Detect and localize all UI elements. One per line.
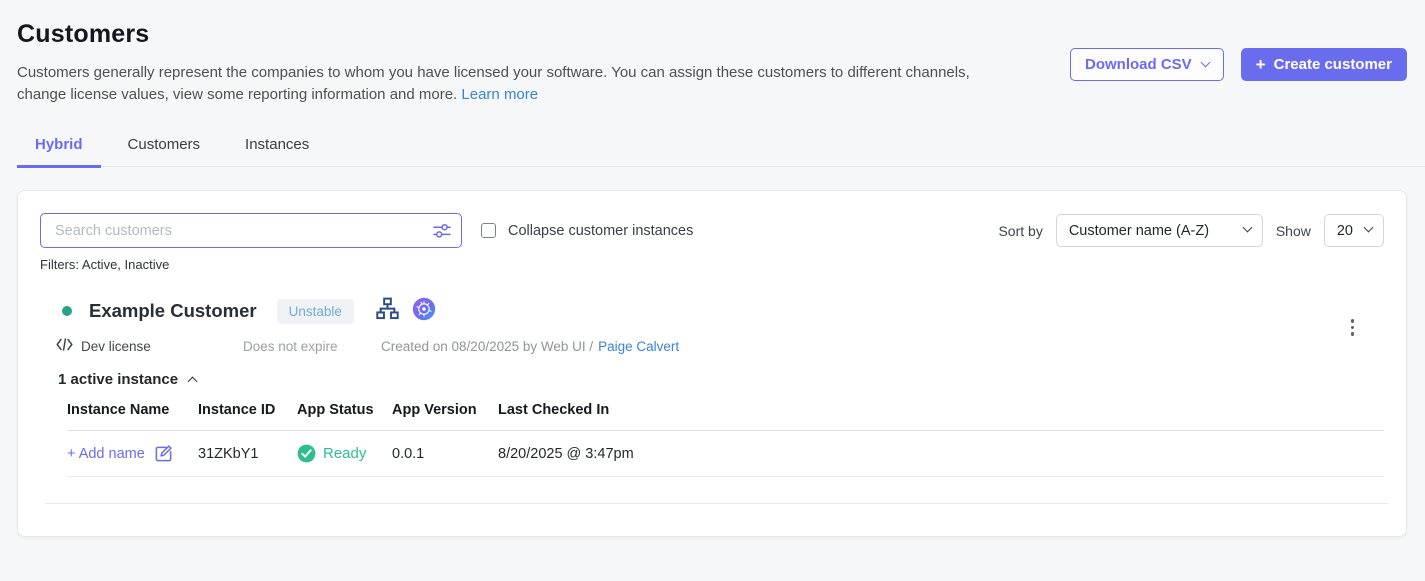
show-label: Show	[1276, 223, 1311, 239]
col-last-checked-in: Last Checked In	[498, 402, 1384, 418]
kebab-menu-icon[interactable]	[1347, 315, 1359, 340]
customers-card: Collapse customer instances Sort by Cust…	[17, 190, 1407, 537]
active-status-dot-icon	[62, 306, 72, 316]
learn-more-link[interactable]: Learn more	[461, 86, 538, 103]
license-expiration: Does not expire	[243, 339, 381, 354]
search-input[interactable]	[40, 213, 462, 248]
tab-customers[interactable]: Customers	[110, 136, 219, 168]
customer-name-link[interactable]: Example Customer	[89, 300, 257, 322]
col-instance-name: Instance Name	[67, 402, 198, 418]
show-select-value: 20	[1337, 223, 1353, 239]
instances-summary-label: 1 active instance	[58, 371, 178, 388]
col-app-version: App Version	[392, 402, 498, 418]
chevron-down-icon	[1364, 223, 1374, 233]
instances-table-header: Instance Name Instance ID App Status App…	[67, 402, 1384, 431]
collapse-instances-checkbox[interactable]	[481, 223, 496, 238]
collapse-instances-label[interactable]: Collapse customer instances	[508, 223, 693, 239]
page-title: Customers	[17, 20, 1407, 49]
customer-list-item: Example Customer Unstable	[40, 296, 1384, 504]
instance-name-cell: + Add name	[67, 444, 198, 463]
download-csv-button[interactable]: Download CSV	[1070, 48, 1224, 81]
instance-id-cell: 31ZKbY1	[198, 446, 297, 462]
sitemap-icon	[375, 296, 400, 326]
header-actions: Download CSV + Create customer	[1070, 48, 1407, 81]
tab-instances[interactable]: Instances	[227, 136, 327, 168]
last-checked-in-cell: 8/20/2025 @ 3:47pm	[498, 446, 1384, 462]
edit-pencil-icon[interactable]	[154, 444, 173, 463]
created-on-text: Created on 08/20/2025 by Web UI /	[381, 339, 593, 354]
license-type: Dev license	[56, 338, 243, 354]
instances-summary-toggle[interactable]: 1 active instance	[58, 371, 1384, 388]
sort-by-label: Sort by	[998, 223, 1042, 239]
chevron-down-icon	[1200, 58, 1210, 68]
channel-badge: Unstable	[277, 299, 354, 324]
download-csv-label: Download CSV	[1085, 56, 1192, 73]
search-wrap	[40, 213, 462, 248]
plus-icon: +	[1256, 56, 1266, 73]
license-type-label: Dev license	[81, 339, 151, 354]
filters-note: Filters: Active, Inactive	[40, 257, 1384, 272]
customer-meta: Dev license Does not expire Created on 0…	[56, 338, 1384, 354]
check-circle-icon	[297, 444, 316, 463]
create-customer-label: Create customer	[1274, 56, 1392, 73]
chevron-down-icon	[1242, 223, 1252, 233]
page-header: Customers Customers generally represent …	[0, 0, 1425, 106]
chevron-up-icon	[188, 377, 198, 387]
tab-hybrid[interactable]: Hybrid	[17, 136, 101, 168]
instance-row: + Add name 31ZKbY1 Ready	[67, 431, 1384, 477]
install-type-icons	[375, 296, 436, 326]
filter-sliders-icon[interactable]	[432, 221, 452, 246]
customer-header: Example Customer Unstable	[62, 296, 1384, 326]
app-status-label: Ready	[323, 445, 366, 462]
create-customer-button[interactable]: + Create customer	[1241, 48, 1407, 81]
sort-select-value: Customer name (A-Z)	[1069, 223, 1209, 239]
add-name-link[interactable]: + Add name	[67, 446, 145, 462]
col-app-status: App Status	[297, 402, 392, 418]
tab-bar: Hybrid Customers Instances	[17, 136, 1425, 167]
kubernetes-icon	[412, 297, 436, 326]
sort-select[interactable]: Customer name (A-Z)	[1056, 214, 1263, 247]
code-icon	[56, 338, 73, 354]
toolbar: Collapse customer instances Sort by Cust…	[40, 213, 1384, 248]
list-bottom-divider	[45, 503, 1388, 504]
toolbar-right: Sort by Customer name (A-Z) Show 20	[998, 214, 1384, 247]
page-description: Customers generally represent the compan…	[17, 62, 982, 106]
app-status-cell: Ready	[297, 444, 392, 463]
collapse-instances-control[interactable]: Collapse customer instances	[481, 223, 693, 239]
instances-table: Instance Name Instance ID App Status App…	[67, 402, 1384, 477]
col-instance-id: Instance ID	[198, 402, 297, 418]
created-by-link[interactable]: Paige Calvert	[598, 339, 679, 354]
show-select[interactable]: 20	[1324, 214, 1384, 247]
app-version-cell: 0.0.1	[392, 446, 498, 462]
